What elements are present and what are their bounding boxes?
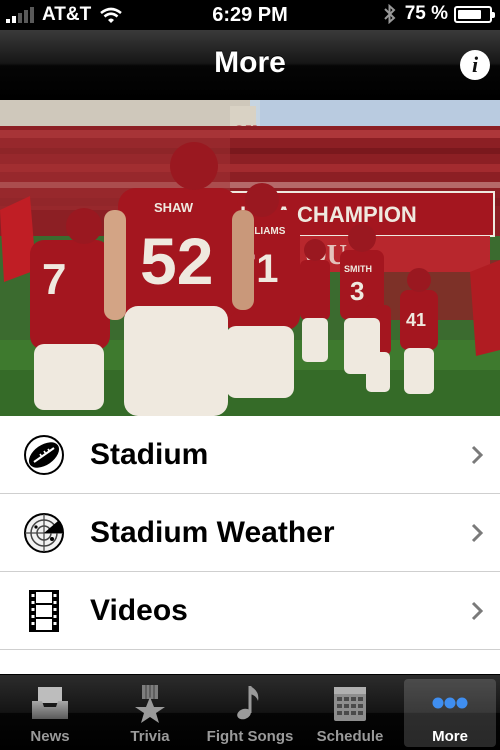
list-item-label: Stadium Weather <box>90 515 335 549</box>
tab-schedule[interactable]: Schedule <box>300 675 400 750</box>
list-item-label: Stadium <box>90 437 209 471</box>
list-item-stadium-weather[interactable]: Stadium Weather <box>0 494 500 572</box>
tab-trivia[interactable]: Trivia <box>100 675 200 750</box>
jersey-name-smith: SMITH <box>344 264 372 274</box>
info-button[interactable]: i <box>460 50 490 80</box>
music-note-icon <box>237 686 259 720</box>
jersey-number-52: 52 <box>140 224 213 298</box>
tab-fight-songs[interactable]: Fight Songs <box>200 675 300 750</box>
hero-image: OU KE A CHAMPION OU <box>0 100 500 416</box>
chevron-right-icon <box>471 445 484 464</box>
tab-label: Schedule <box>316 728 384 745</box>
navigation-bar: More i <box>0 30 500 100</box>
tab-label: News <box>30 728 70 745</box>
tab-bar: News Trivia Fight Songs Schedule More <box>0 674 500 750</box>
film-strip-icon <box>29 589 59 632</box>
more-dots-icon <box>432 697 468 709</box>
more-menu-list: Stadium Stadium Weather Videos <box>0 416 500 674</box>
tab-label: Fight Songs <box>206 728 294 745</box>
tab-label: More <box>432 728 468 745</box>
medal-star-icon <box>135 685 165 723</box>
football-icon <box>24 434 64 475</box>
jersey-number-3: 3 <box>350 276 364 306</box>
battery-icon <box>454 5 495 23</box>
radar-icon <box>24 512 64 553</box>
chevron-right-icon <box>471 601 484 620</box>
hero-illustration: OU KE A CHAMPION OU <box>0 100 500 416</box>
jersey-number-41: 41 <box>406 310 426 330</box>
list-item-videos[interactable]: Videos <box>0 572 500 650</box>
jersey-number-7: 7 <box>42 255 66 304</box>
status-bar: AT&T 6:29 PM 75 % <box>0 0 500 30</box>
battery-fill <box>458 9 481 19</box>
list-item-stadium[interactable]: Stadium <box>0 416 500 494</box>
tab-news[interactable]: News <box>0 675 100 750</box>
status-right: 75 % <box>383 3 495 25</box>
tab-label: Trivia <box>130 728 170 745</box>
list-item-label: Videos <box>90 593 188 627</box>
jersey-name-shaw: SHAW <box>154 200 194 215</box>
calendar-icon <box>334 687 366 721</box>
bluetooth-icon <box>383 4 396 24</box>
inbox-tray-icon <box>32 687 68 719</box>
battery-percent: 75 % <box>404 3 448 24</box>
page-title: More <box>214 46 286 79</box>
chevron-right-icon <box>471 523 484 542</box>
tab-more[interactable]: More <box>400 675 500 750</box>
list-item-partial[interactable] <box>0 650 500 674</box>
